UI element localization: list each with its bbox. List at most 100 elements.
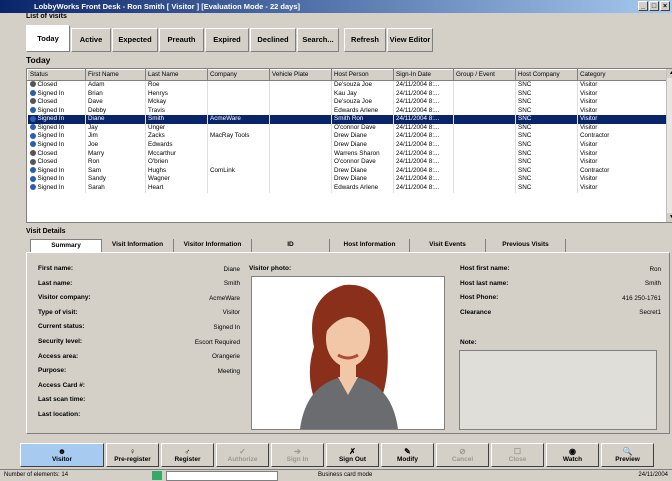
cell-host: Drew Diane [331,175,394,184]
cell-group [453,149,516,159]
table-row[interactable]: Closed Adam Roe De'souza Joe 24/11/2004 8:..… [27,80,669,90]
table-row[interactable]: Signed In Debby Travis Edwards Arlene 24/11/… [27,106,669,116]
cell-status: Signed In [27,166,86,176]
cell-first: Adam [85,80,146,90]
list-of-visits-label: List of visits [26,13,67,20]
tab-today[interactable]: Today [26,25,70,52]
element-count: Number of elements: 14 [4,472,69,478]
maximize-button[interactable]: □ [649,1,659,11]
tab-id[interactable]: ID [252,239,330,252]
cell-company [207,98,270,107]
sign-in-button[interactable]: ➔ Sign In [271,443,324,467]
tab-visit-information[interactable]: Visit Information [102,239,174,252]
search-button[interactable]: Search... [297,28,339,52]
toolbar-label: Close [508,456,527,463]
status-text: Signed In [37,184,65,192]
column-header[interactable]: Last Name [145,69,208,81]
cell-company [207,123,270,133]
grid-scrollbar[interactable]: ▲ ▼ [666,69,672,222]
field-label: Visitor company: [38,294,91,302]
cell-plate [269,132,332,141]
register-button[interactable]: ♂ Register [161,443,214,467]
table-row[interactable]: Signed In Jim Zacks MacRay Tools Drew Diane 2… [27,132,669,141]
column-header[interactable]: Category [577,69,669,81]
column-header[interactable]: First Name [85,69,146,81]
tab-expected[interactable]: Expected [112,28,158,52]
table-row[interactable]: Closed Marry Mccarthur Warrens Sharon 24/11/… [27,149,669,159]
visitor-button[interactable]: ☻ Visitor [20,443,104,467]
table-row[interactable]: Signed In Diane Smith AcmeWare Smith Ron 24/1… [27,115,669,124]
pre-register-button[interactable]: ♀ Pre-register [106,443,159,467]
location-select[interactable] [166,471,278,481]
note-field[interactable] [459,350,657,430]
tab-previous-visits[interactable]: Previous Visits [486,239,566,252]
table-row[interactable]: Closed Ron O'brien O'connor Dave 24/11/2004 … [27,158,669,167]
tab-expired[interactable]: Expired [205,28,249,52]
tab-summary[interactable]: Summary [30,239,102,252]
minimize-button[interactable]: _ [638,1,648,11]
view-editor-button[interactable]: View Editor [387,28,433,52]
visits-grid[interactable]: Status First Name Last Name Company Vehicle … [26,68,672,223]
cell-group [453,132,516,141]
cell-date: 24/11/2004 8:... [393,158,454,167]
table-row[interactable]: Signed In Jay Unger O'connor Dave 24/11/2004… [27,123,669,133]
note-label: Note: [460,339,477,346]
refresh-button[interactable]: Refresh [344,28,386,52]
visitor-photo-label: Visitor photo: [249,265,292,272]
tab-host-information[interactable]: Host Information [330,239,410,252]
close-button[interactable]: ☐ Close [491,443,544,467]
close-button[interactable]: × [660,1,670,11]
host-field-value: Smith [644,280,661,288]
cell-cat: Visitor [577,175,669,184]
scroll-up-icon[interactable]: ▲ [667,69,672,78]
cell-host: Edwards Arlene [331,183,394,193]
visit-tabs: Today Active Expected Preauth Expired De… [26,25,433,52]
modify-button[interactable]: ✎ Modify [381,443,434,467]
cell-cat: Visitor [577,89,669,98]
cell-date: 24/11/2004 8:... [393,106,454,116]
cell-date: 24/11/2004 8:... [393,132,454,141]
column-header[interactable]: Host Company [515,69,578,81]
tab-active[interactable]: Active [71,28,111,52]
tab-visitor-information[interactable]: Visitor Information [174,239,252,252]
table-row[interactable]: Signed In Joe Edwards Drew Diane 24/11/2004 … [27,140,669,150]
cell-last: Roe [145,80,208,90]
visitor-status-icon [29,81,36,88]
watch-button[interactable]: ◉ Watch [546,443,599,467]
cell-cat: Visitor [577,140,669,150]
column-header[interactable]: Host Person [331,69,394,81]
field-label: Purpose: [38,367,67,375]
cell-first: Sam [85,166,146,176]
table-row[interactable]: Signed In Sam Hughs ComLink Drew Diane 24/11/… [27,166,669,176]
host-field-label: Host last name: [460,279,509,287]
table-row[interactable]: Closed Dave Mckay De'souza Joe 24/11/2004 8:… [27,98,669,107]
cell-host: O'connor Dave [331,158,394,167]
tab-declined[interactable]: Declined [250,28,296,52]
cell-group [453,140,516,150]
cell-last: Edwards [145,140,208,150]
preview-button[interactable]: 🔍 Preview [601,443,654,467]
sign-out-button[interactable]: ✗ Sign Out [326,443,379,467]
table-row[interactable]: Signed In Brian Henrys Kau Jay 24/11/2004 8:… [27,89,669,98]
column-header[interactable]: Group / Event [453,69,516,81]
business-card-mode[interactable]: Business card mode [318,470,372,481]
scroll-down-icon[interactable]: ▼ [667,213,672,222]
cell-host: Drew Diane [331,132,394,141]
table-row[interactable]: Signed In Sandy Wagner Drew Diane 24/11/2004… [27,175,669,184]
authorize-button[interactable]: ✓ Authorize [216,443,269,467]
column-header[interactable]: Status [27,69,86,81]
detail-tabs: Summary Visit Information Visitor Inform… [30,239,566,252]
toolbar-icon: ☻ [57,447,67,456]
cancel-button[interactable]: ⊘ Cancel [436,443,489,467]
field-label: Last location: [38,411,81,418]
table-row[interactable]: Signed In Sarah Heart Edwards Arlene 24/11/2… [27,183,669,193]
tab-visit-events[interactable]: Visit Events [410,239,486,252]
column-header[interactable]: Vehicle Plate [269,69,332,81]
column-header[interactable]: Sign-In Date [393,69,454,81]
toolbar-icon: ⊘ [459,447,466,456]
column-header[interactable]: Company [207,69,270,81]
cell-group [453,166,516,176]
section-title: Today [26,55,51,65]
cell-first: Joe [85,140,146,150]
tab-preauth[interactable]: Preauth [159,28,204,52]
